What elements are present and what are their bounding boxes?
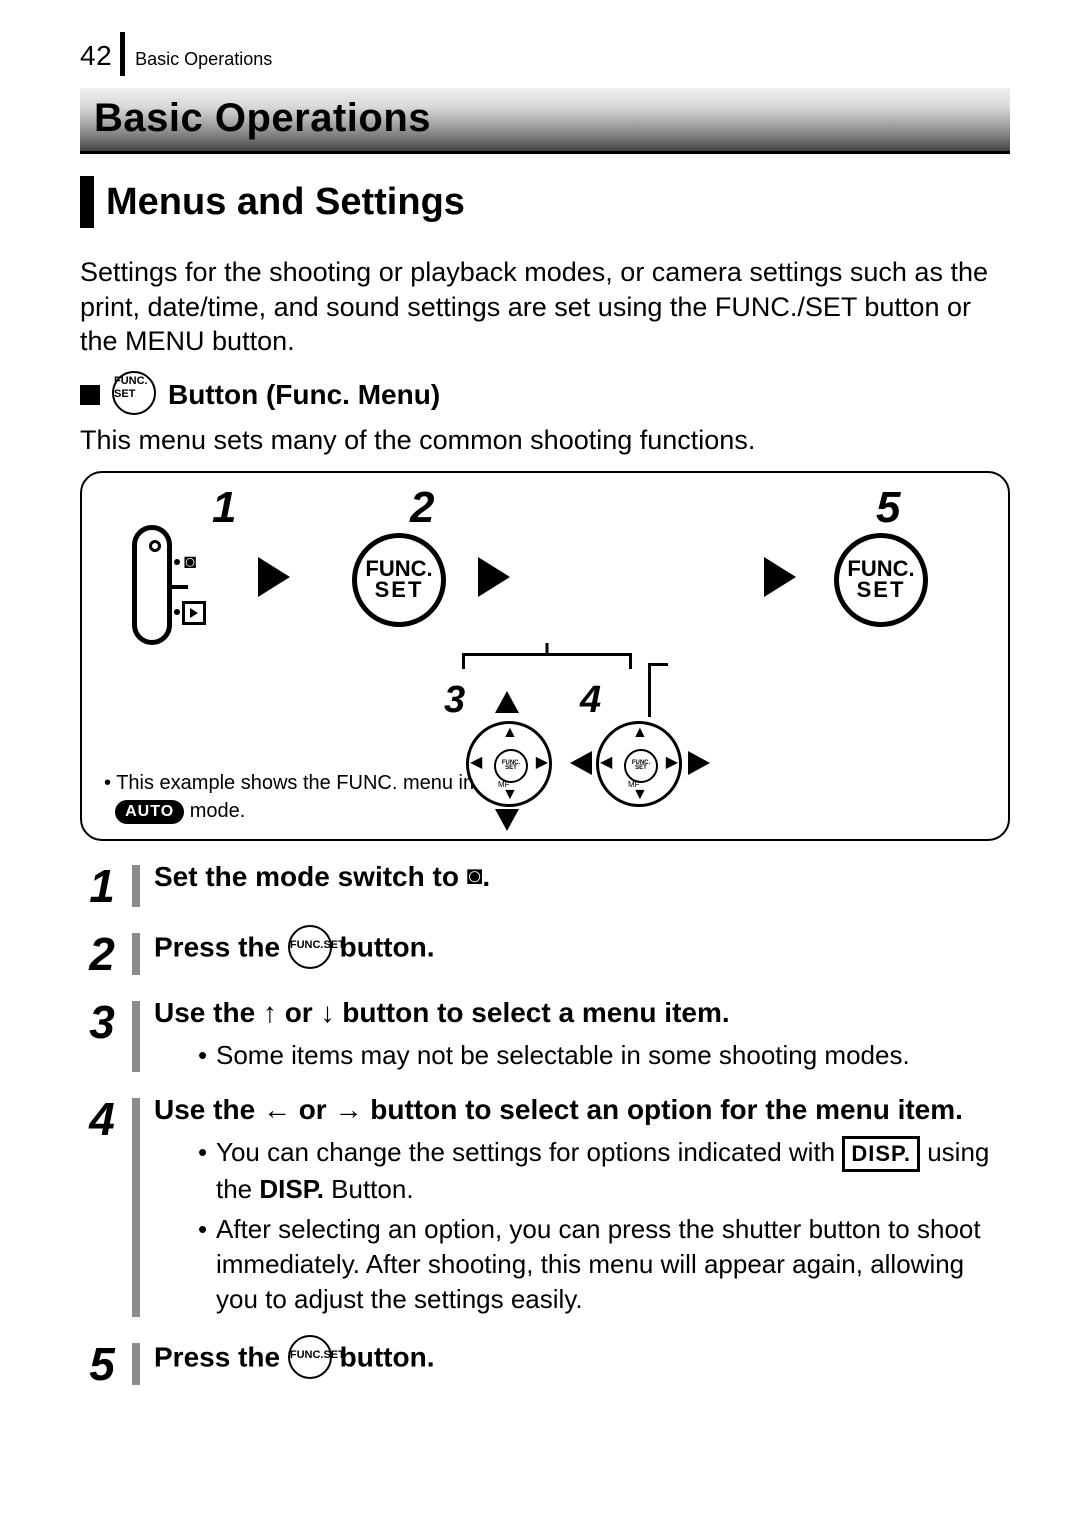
disp-badge-icon: DISP. xyxy=(842,1136,920,1171)
control-pad-icon: FUNC.SET ▲▼◀▶ MF xyxy=(466,721,552,807)
func-set-icon: FUNC. SET xyxy=(352,533,446,627)
step-item: 1 Set the mode switch to ◙. xyxy=(80,859,1010,913)
step-bar-icon xyxy=(132,1098,140,1317)
page-number: 42 xyxy=(80,40,112,72)
divider-icon xyxy=(120,32,125,76)
step-item: 3 Use the ↑ or ↓ button to select a menu… xyxy=(80,995,1010,1078)
arrow-left-icon xyxy=(570,751,592,775)
func-set-icon: FUNC.SET xyxy=(288,1335,332,1379)
subsection-title-text: Button (Func. Menu) xyxy=(168,379,440,411)
step-bar-icon xyxy=(132,933,140,975)
diagram-step-number: 3 xyxy=(444,679,465,722)
step-item: 5 Press the FUNC.SET button. xyxy=(80,1337,1010,1391)
auto-badge-icon: AUTO xyxy=(115,800,184,824)
step-title: Press the FUNC.SET button. xyxy=(154,1337,1010,1381)
intro-paragraph: Settings for the shooting or playback mo… xyxy=(80,255,1010,359)
arrow-right-icon xyxy=(478,557,510,597)
step-number: 3 xyxy=(80,995,124,1078)
func-set-icon: FUNC. SET xyxy=(834,533,928,627)
arrow-right-icon xyxy=(764,557,796,597)
bracket-icon xyxy=(462,653,632,671)
step-title: Set the mode switch to ◙. xyxy=(154,859,1010,895)
func-set-icon: FUNC.SET xyxy=(288,925,332,969)
step-title: Press the FUNC.SET button. xyxy=(154,927,1010,971)
step-bar-icon xyxy=(132,865,140,907)
func-set-icon: FUNC. SET xyxy=(112,371,156,415)
diagram-step-number: 5 xyxy=(876,483,900,533)
step-bullet: After selecting an option, you can press… xyxy=(198,1212,1010,1316)
arrow-right-icon xyxy=(258,557,290,597)
step-number: 2 xyxy=(80,927,124,981)
step-number: 1 xyxy=(80,859,124,913)
subsection-heading: FUNC. SET Button (Func. Menu) xyxy=(80,373,1010,417)
step-list: 1 Set the mode switch to ◙. 2 Press the … xyxy=(80,859,1010,1391)
func-menu-diagram: 1 2 5 ◙ FUNC. SET FUNC. SET 3 4 xyxy=(80,471,1010,841)
step-number: 4 xyxy=(80,1092,124,1323)
running-header: 42 Basic Operations xyxy=(80,28,1010,72)
diagram-step-number: 2 xyxy=(410,483,434,533)
step-number: 5 xyxy=(80,1337,124,1391)
section-title-text: Menus and Settings xyxy=(106,181,465,224)
step-title: Use the ← or → button to select an optio… xyxy=(154,1092,1010,1128)
diagram-step-number: 1 xyxy=(212,483,236,533)
step-title: Use the ↑ or ↓ button to select a menu i… xyxy=(154,995,1010,1031)
diagram-step-number: 4 xyxy=(580,679,601,722)
control-pad-icon: FUNC.SET ▲▼◀▶ MF xyxy=(596,721,682,807)
bracket-line-icon xyxy=(648,663,651,717)
arrow-up-icon xyxy=(495,691,519,713)
step-bullet: You can change the settings for options … xyxy=(198,1135,1010,1207)
step-item: 4 Use the ← or → button to select an opt… xyxy=(80,1092,1010,1323)
camera-icon: ◙ xyxy=(184,551,196,574)
mode-switch-icon: ◙ xyxy=(132,525,194,645)
section-title: Menus and Settings xyxy=(80,176,1010,228)
step-bar-icon xyxy=(132,1343,140,1385)
running-section-label: Basic Operations xyxy=(135,49,272,72)
bracket-line-icon xyxy=(648,663,668,666)
square-bullet-icon xyxy=(80,385,100,405)
camera-icon: ◙ xyxy=(467,859,483,893)
arrow-right-icon xyxy=(688,751,710,775)
chapter-title: Basic Operations xyxy=(80,88,1010,154)
section-bar-icon xyxy=(80,176,94,228)
playback-icon xyxy=(182,601,206,625)
step-bar-icon xyxy=(132,1001,140,1072)
step-bullet: Some items may not be selectable in some… xyxy=(198,1038,1010,1073)
step-item: 2 Press the FUNC.SET button. xyxy=(80,927,1010,981)
diagram-note: • This example shows the FUNC. menu in A… xyxy=(104,769,474,825)
arrow-down-icon xyxy=(495,809,519,831)
subsection-description: This menu sets many of the common shooti… xyxy=(80,423,1010,458)
